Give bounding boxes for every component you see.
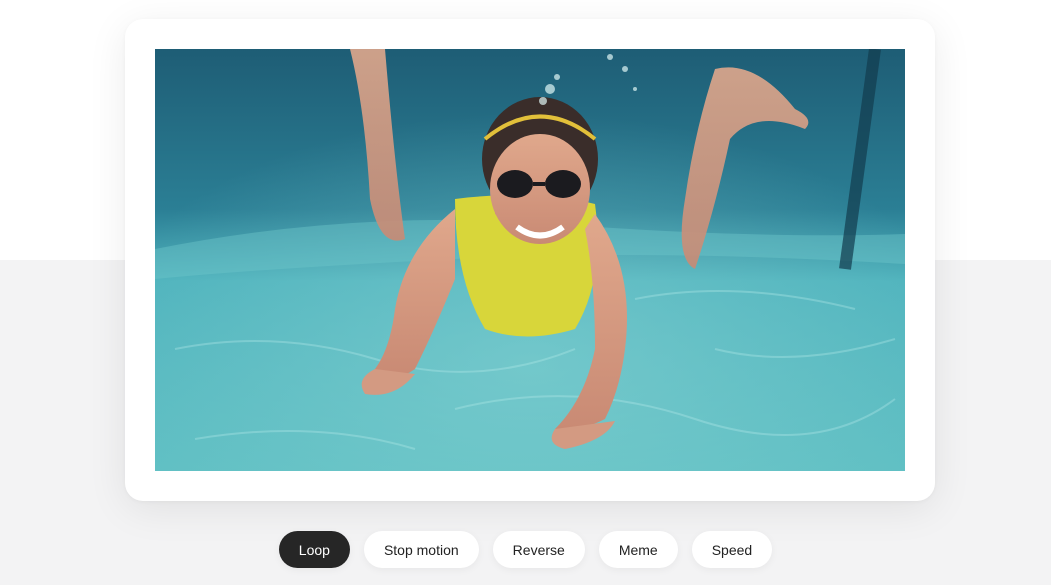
tab-meme[interactable]: Meme	[598, 531, 678, 568]
preview-card	[125, 19, 935, 501]
preview-image	[155, 49, 905, 471]
tab-speed[interactable]: Speed	[691, 531, 773, 568]
effect-mode-tabs: Loop Stop motion Reverse Meme Speed	[0, 531, 1051, 569]
tab-stop-motion[interactable]: Stop motion	[363, 531, 479, 568]
tab-loop[interactable]: Loop	[278, 531, 350, 568]
tab-reverse[interactable]: Reverse	[492, 531, 585, 568]
underwater-swimmer-photo	[155, 49, 905, 471]
